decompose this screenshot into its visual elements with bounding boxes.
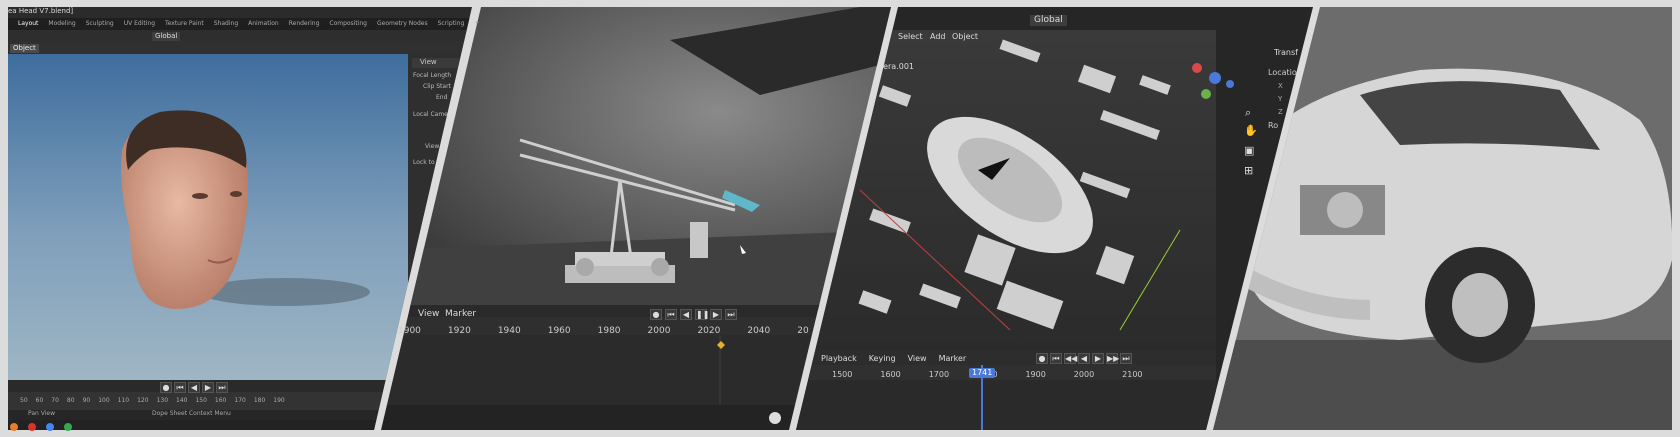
app-icon[interactable] (64, 423, 72, 431)
timeline-tick: 1920 (447, 326, 471, 336)
workspace-tab[interactable]: Texture Paint (165, 20, 204, 27)
timeline-tick: 100 (98, 397, 110, 404)
workspace-tab[interactable]: Compositing (329, 20, 367, 27)
timeline-tick: 1900 (1025, 370, 1046, 379)
menu-marker[interactable]: Marker (445, 310, 476, 319)
jump-end-button[interactable]: ⏭ (1120, 353, 1132, 364)
timeline-tick: 2000 (647, 326, 671, 336)
timeline-ruler: 1900 1920 1940 1960 1980 2000 2020 2040 20 (398, 326, 809, 336)
panel-car-scene: Global Select Add Object nera.001 Transf… (796, 0, 1316, 437)
timeline-tick: 1500 (832, 370, 853, 379)
timeline-tick: 50 (20, 397, 28, 404)
play-reverse-button[interactable]: ◀ (1078, 353, 1090, 364)
location-label: Locatio (1268, 68, 1297, 77)
timeline-tick: 80 (66, 397, 75, 404)
timeline-tick: 170 (234, 397, 246, 404)
timeline-menu-item[interactable]: Marker (939, 354, 967, 363)
timeline-tick: 1940 (497, 326, 521, 336)
jump-start-button[interactable]: ⏮ (1050, 353, 1062, 364)
timeline-menu-item[interactable]: Keying (869, 354, 896, 363)
timeline-tick: 120 (137, 397, 149, 404)
location-y: Y (1278, 95, 1283, 103)
location-z: Z (1278, 108, 1283, 116)
step-forward-button[interactable]: ▶▶ (1106, 353, 1119, 364)
workspace-tab[interactable]: Shading (214, 20, 238, 27)
menu-select[interactable]: Select (898, 33, 923, 41)
camera-view-icon[interactable]: ▣ (1244, 144, 1254, 157)
timeline-tick: 70 (51, 397, 59, 404)
app-icon[interactable] (46, 423, 54, 431)
timeline-tick: 1980 (597, 326, 621, 336)
timeline-tick: 2020 (697, 326, 721, 336)
app-icon[interactable] (10, 423, 18, 431)
rotation-label: Ro (1268, 121, 1279, 130)
jump-start-button[interactable]: ⏮ (665, 309, 677, 320)
step-back-button[interactable]: ◀◀ (1064, 353, 1077, 364)
current-frame-indicator[interactable]: 1741 (969, 368, 996, 378)
grid-view-icon[interactable]: ⊞ (1244, 164, 1253, 177)
location-x: X (1278, 82, 1283, 90)
timeline-tick: 140 (176, 397, 188, 404)
timeline-tick: 1700 (928, 370, 950, 379)
workspace-tab[interactable]: Modeling (48, 20, 75, 27)
workspace-tab[interactable]: Sculpting (86, 20, 114, 27)
timeline-tick: 90 (82, 397, 91, 404)
timeline-tick: 2040 (747, 326, 771, 336)
timeline-tick: 60 (35, 397, 44, 404)
jump-end-button[interactable]: ⏭ (725, 309, 737, 320)
orientation-select[interactable]: Global (152, 32, 181, 41)
workspace-tab[interactable]: Layout (18, 20, 38, 27)
menu-view[interactable]: View (418, 310, 439, 319)
app-icon[interactable] (28, 423, 36, 431)
mode-select[interactable]: Object (10, 44, 39, 53)
timeline-ruler: 50 60 70 80 90 100 110 120 130 140 150 160 170 180 190 (20, 397, 285, 404)
orientation-select[interactable]: Global (1030, 15, 1067, 26)
timeline-tick: 1900 (398, 326, 421, 336)
pause-button[interactable]: ❚❚ (695, 309, 709, 320)
camera-label: nera.001 (878, 62, 914, 71)
taskbar (10, 423, 72, 431)
playback-controls: ● ⏮ ◀◀ ◀ ▶ ▶▶ ⏭ (1036, 353, 1132, 364)
record-button[interactable]: ● (160, 382, 172, 393)
timeline-tick: 130 (156, 397, 169, 404)
status-dope-sheet: Dope Sheet Context Menu (152, 410, 231, 417)
step-forward-button[interactable]: ▶ (710, 309, 722, 320)
workspace-tab[interactable]: UV Editing (124, 20, 155, 27)
record-button[interactable]: ● (650, 309, 662, 320)
playback-controls: ● ⏮ ◀ ▶ ⏭ (160, 382, 228, 393)
pan-hand-icon[interactable]: ✋ (1244, 124, 1258, 137)
zoom-icon[interactable]: ⌕ (1245, 106, 1251, 120)
play-button[interactable]: ▶ (202, 382, 214, 393)
timeline-menu-item[interactable]: View (908, 354, 927, 363)
timeline-tick: 160 (214, 397, 227, 404)
step-back-button[interactable]: ◀ (680, 309, 692, 320)
play-reverse-button[interactable]: ◀ (188, 382, 200, 393)
jump-start-button[interactable]: ⏮ (174, 382, 186, 393)
timeline-tick: 150 (195, 397, 207, 404)
timeline-tick: 1600 (880, 370, 901, 379)
timeline-menu: Playback Keying View Marker (821, 354, 966, 363)
menu-object[interactable]: Object (952, 33, 978, 41)
window-title: ea Head V7.blend] (8, 7, 74, 15)
menu-add[interactable]: Add (930, 33, 946, 41)
play-button[interactable]: ▶ (1092, 353, 1104, 364)
status-pan-view: Pan View (28, 410, 55, 417)
timeline-tick: 2000 (1073, 370, 1095, 379)
playback-controls: ● ⏮ ◀ ❚❚ ▶ ⏭ (650, 309, 737, 320)
workspace-tab[interactable]: Rendering (289, 20, 320, 27)
timeline-menu-item[interactable]: Playback (821, 354, 857, 363)
timeline-tick: 1960 (547, 326, 571, 336)
timeline-tick: 110 (117, 397, 130, 404)
timeline-tick: 190 (273, 397, 285, 404)
record-button[interactable]: ● (1036, 353, 1048, 364)
jump-end-button[interactable]: ⏭ (216, 382, 228, 393)
timeline-tick: 2100 (1122, 370, 1143, 379)
workspace-tab[interactable]: Animation (248, 20, 279, 27)
transform-header: Transf (1274, 48, 1298, 57)
timeline-tick: 180 (253, 397, 266, 404)
